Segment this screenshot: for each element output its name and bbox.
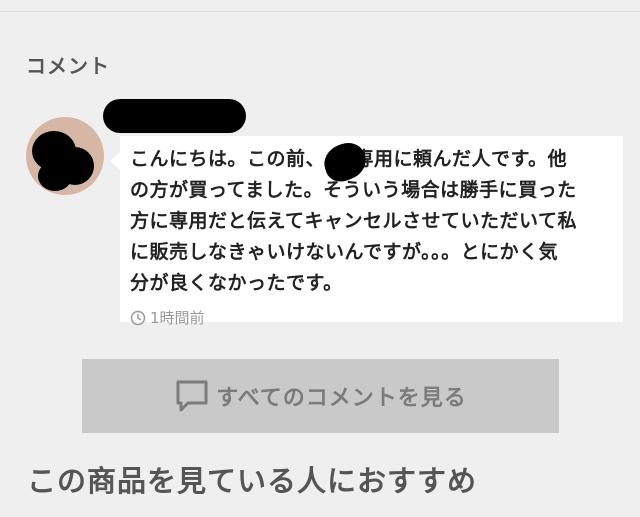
avatar[interactable] [26,117,104,195]
username-redaction [103,99,246,133]
comment-icon [176,380,208,412]
comment-bubble: こんにちは。この前、 を専用に頼んだ人です。他 の方が買ってました。そういう場合… [110,136,623,327]
avatar-redaction [38,161,72,191]
comments-heading: コメント [26,54,110,78]
comment-meta: 1時間前 [130,307,613,328]
top-divider [0,11,640,12]
comment-text: こんにちは。この前、 を専用に頼んだ人です。他 の方が買ってました。そういう場合… [130,148,577,294]
clock-icon [130,310,146,325]
recommendations-heading: この商品を見ている人におすすめ [27,464,478,498]
comment-time: 1時間前 [150,309,205,327]
view-all-comments-label: すべてのコメントを見る [216,386,467,411]
view-all-comments-button[interactable]: すべてのコメントを見る [82,359,559,433]
